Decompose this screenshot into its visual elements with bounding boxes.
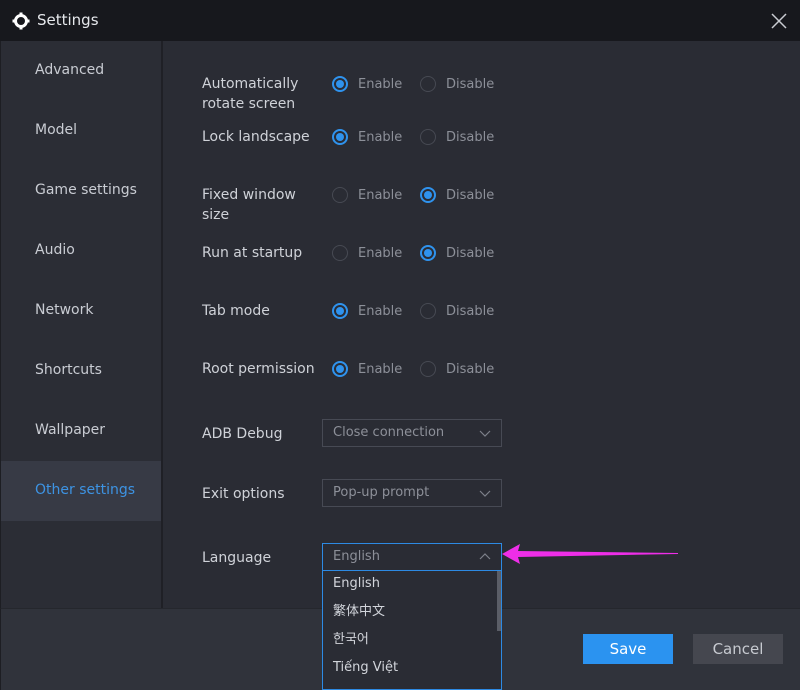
radio-label: Disable <box>446 361 495 377</box>
language-dropdown: English 繁体中文 한국어 Tiếng Việt <box>322 571 502 690</box>
adb-debug-select[interactable]: Close connection <box>322 419 502 447</box>
fixed-window-size-label: Fixed window size <box>202 187 296 223</box>
radio-circle <box>420 245 436 261</box>
exit-options-value: Pop-up prompt <box>333 485 430 500</box>
run-at-startup-enable-radio[interactable]: Enable <box>332 245 402 261</box>
root-permission-disable-radio[interactable]: Disable <box>420 361 494 377</box>
gear-icon <box>12 12 30 30</box>
radio-label: Disable <box>446 129 495 145</box>
radio-label: Enable <box>358 361 403 377</box>
sidebar: Advanced Model Game settings Audio Netwo… <box>0 41 164 608</box>
root-permission-label: Root permission <box>202 361 315 377</box>
tab-mode-disable-radio[interactable]: Disable <box>420 303 494 319</box>
radio-circle <box>332 187 348 203</box>
radio-circle <box>332 361 348 377</box>
language-option[interactable]: 繁体中文 <box>323 599 501 627</box>
window-title: Settings <box>37 11 99 29</box>
chevron-up-icon <box>479 553 491 560</box>
cancel-button[interactable]: Cancel <box>693 634 783 664</box>
adb-debug-value: Close connection <box>333 425 445 440</box>
adb-debug-label: ADB Debug <box>202 426 283 442</box>
sidebar-item-shortcuts[interactable]: Shortcuts <box>1 341 162 401</box>
language-value: English <box>333 549 380 564</box>
language-option[interactable]: English <box>323 571 501 599</box>
radio-label: Enable <box>358 187 403 203</box>
exit-options-select[interactable]: Pop-up prompt <box>322 479 502 507</box>
radio-circle <box>332 303 348 319</box>
chevron-down-icon <box>479 490 491 497</box>
language-option[interactable]: Tiếng Việt <box>323 655 501 683</box>
auto-rotate-enable-radio[interactable]: Enable <box>332 76 402 92</box>
dropdown-scrollbar[interactable] <box>497 571 501 631</box>
language-option[interactable]: 한국어 <box>323 627 501 655</box>
fixed-window-enable-radio[interactable]: Enable <box>332 187 402 203</box>
sidebar-item-other-settings[interactable]: Other settings <box>1 461 164 521</box>
auto-rotate-label: Automatically rotate screen <box>202 76 299 112</box>
close-icon[interactable] <box>768 10 790 32</box>
lock-landscape-disable-radio[interactable]: Disable <box>420 129 494 145</box>
radio-circle <box>420 187 436 203</box>
save-button[interactable]: Save <box>583 634 673 664</box>
title-bar: Settings <box>0 0 800 41</box>
auto-rotate-disable-radio[interactable]: Disable <box>420 76 494 92</box>
run-at-startup-disable-radio[interactable]: Disable <box>420 245 494 261</box>
language-label: Language <box>202 550 272 566</box>
radio-label: Disable <box>446 303 495 319</box>
annotation-arrow-icon <box>502 544 678 564</box>
sidebar-item-advanced[interactable]: Advanced <box>1 41 162 101</box>
root-permission-enable-radio[interactable]: Enable <box>332 361 402 377</box>
radio-label: Disable <box>446 187 495 203</box>
radio-circle <box>332 76 348 92</box>
radio-label: Disable <box>446 76 495 92</box>
chevron-down-icon <box>479 430 491 437</box>
radio-circle <box>332 245 348 261</box>
radio-circle <box>420 129 436 145</box>
tab-mode-enable-radio[interactable]: Enable <box>332 303 402 319</box>
sidebar-item-wallpaper[interactable]: Wallpaper <box>1 401 162 461</box>
radio-circle <box>332 129 348 145</box>
lock-landscape-label: Lock landscape <box>202 129 310 145</box>
radio-label: Enable <box>358 76 403 92</box>
sidebar-item-audio[interactable]: Audio <box>1 221 162 281</box>
language-select[interactable]: English <box>322 543 502 571</box>
radio-label: Enable <box>358 245 403 261</box>
radio-circle <box>420 303 436 319</box>
exit-options-label: Exit options <box>202 486 285 502</box>
sidebar-item-game-settings[interactable]: Game settings <box>1 161 162 221</box>
sidebar-item-network[interactable]: Network <box>1 281 162 341</box>
radio-circle <box>420 76 436 92</box>
tab-mode-label: Tab mode <box>202 303 270 319</box>
lock-landscape-enable-radio[interactable]: Enable <box>332 129 402 145</box>
run-at-startup-label: Run at startup <box>202 245 303 261</box>
fixed-window-disable-radio[interactable]: Disable <box>420 187 494 203</box>
sidebar-item-model[interactable]: Model <box>1 101 162 161</box>
radio-circle <box>420 361 436 377</box>
radio-label: Enable <box>358 303 403 319</box>
radio-label: Enable <box>358 129 403 145</box>
radio-label: Disable <box>446 245 495 261</box>
